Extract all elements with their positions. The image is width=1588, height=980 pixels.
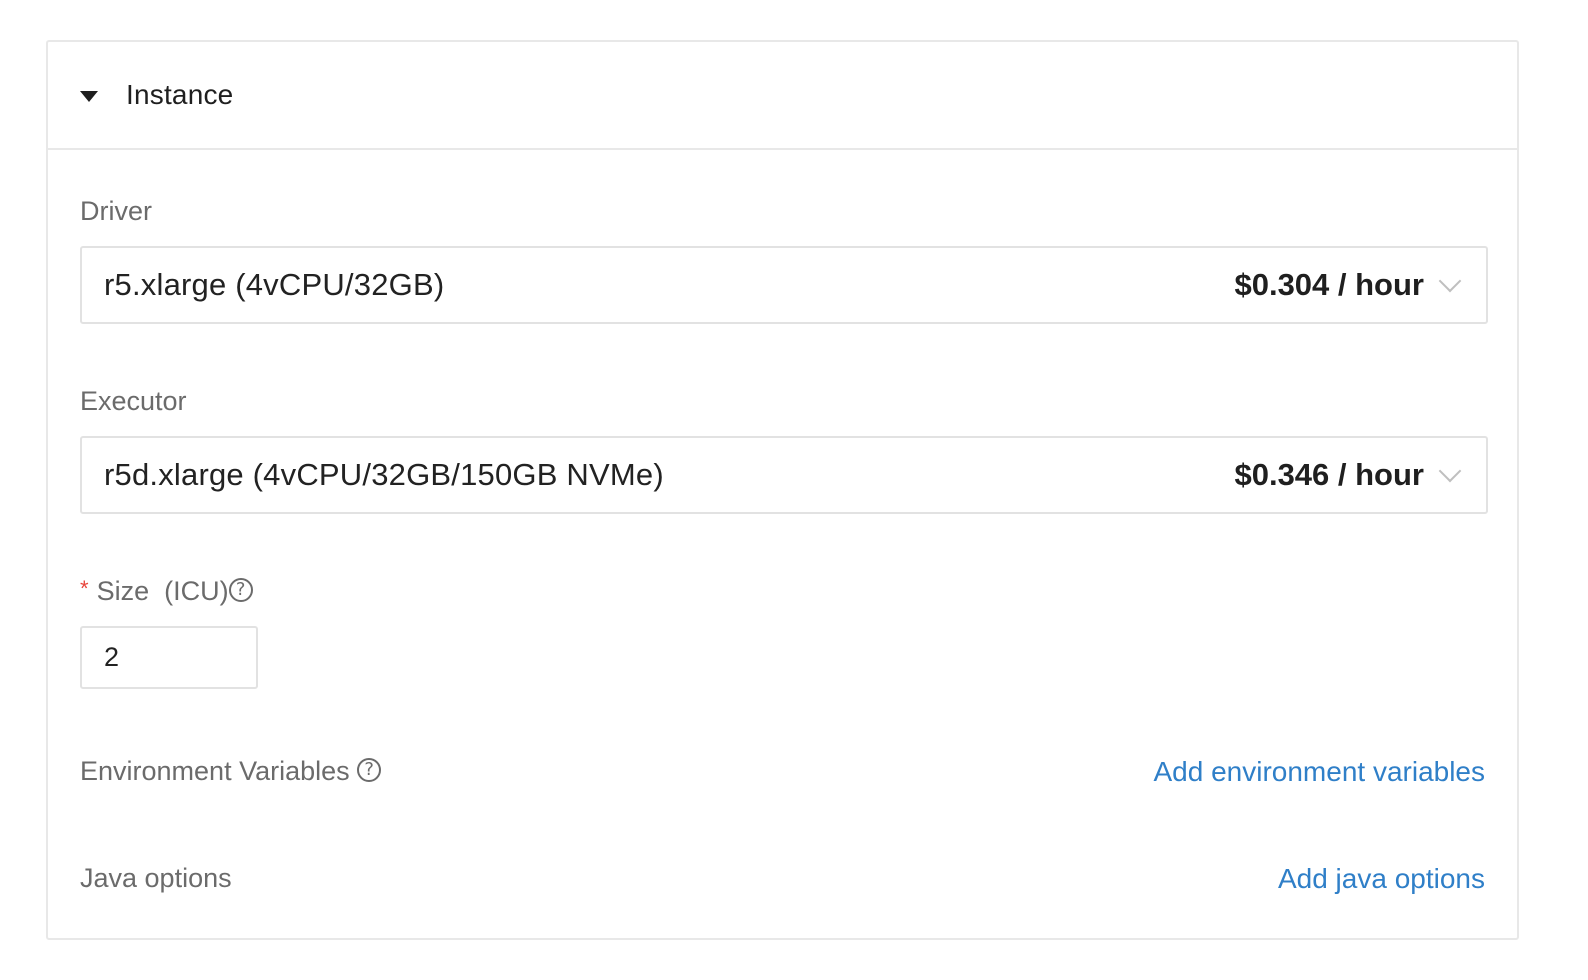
required-marker: *: [80, 576, 89, 601]
instance-panel: Instance Driver r5.xlarge (4vCPU/32GB) $…: [46, 40, 1519, 940]
size-unit: (ICU): [164, 576, 229, 606]
instance-panel-header[interactable]: Instance: [48, 42, 1517, 150]
driver-select-value: r5.xlarge (4vCPU/32GB): [104, 267, 445, 302]
java-options-label: Java options: [80, 863, 232, 893]
driver-label: Driver: [80, 196, 152, 226]
size-label-row: * Size (ICU)?: [80, 576, 253, 607]
panel-title: Instance: [126, 79, 234, 110]
caret-down-icon[interactable]: [80, 90, 98, 102]
chevron-down-icon: [1438, 459, 1462, 483]
executor-label: Executor: [80, 386, 187, 416]
chevron-down-icon: [1438, 269, 1462, 293]
env-vars-label-row: Environment Variables ?: [80, 756, 382, 787]
driver-price: $0.304 / hour: [1234, 267, 1424, 302]
add-env-vars-link[interactable]: Add environment variables: [1153, 756, 1485, 788]
add-java-options-link[interactable]: Add java options: [1278, 863, 1485, 895]
executor-select-value: r5d.xlarge (4vCPU/32GB/150GB NVMe): [104, 457, 664, 492]
executor-select[interactable]: r5d.xlarge (4vCPU/32GB/150GB NVMe) $0.34…: [80, 436, 1488, 514]
size-input[interactable]: [80, 626, 258, 689]
env-vars-label: Environment Variables: [80, 756, 350, 786]
executor-price: $0.346 / hour: [1234, 457, 1424, 492]
help-icon[interactable]: ?: [357, 757, 382, 782]
driver-select[interactable]: r5.xlarge (4vCPU/32GB) $0.304 / hour: [80, 246, 1488, 324]
help-icon[interactable]: ?: [228, 577, 253, 602]
size-label: Size: [96, 576, 150, 606]
